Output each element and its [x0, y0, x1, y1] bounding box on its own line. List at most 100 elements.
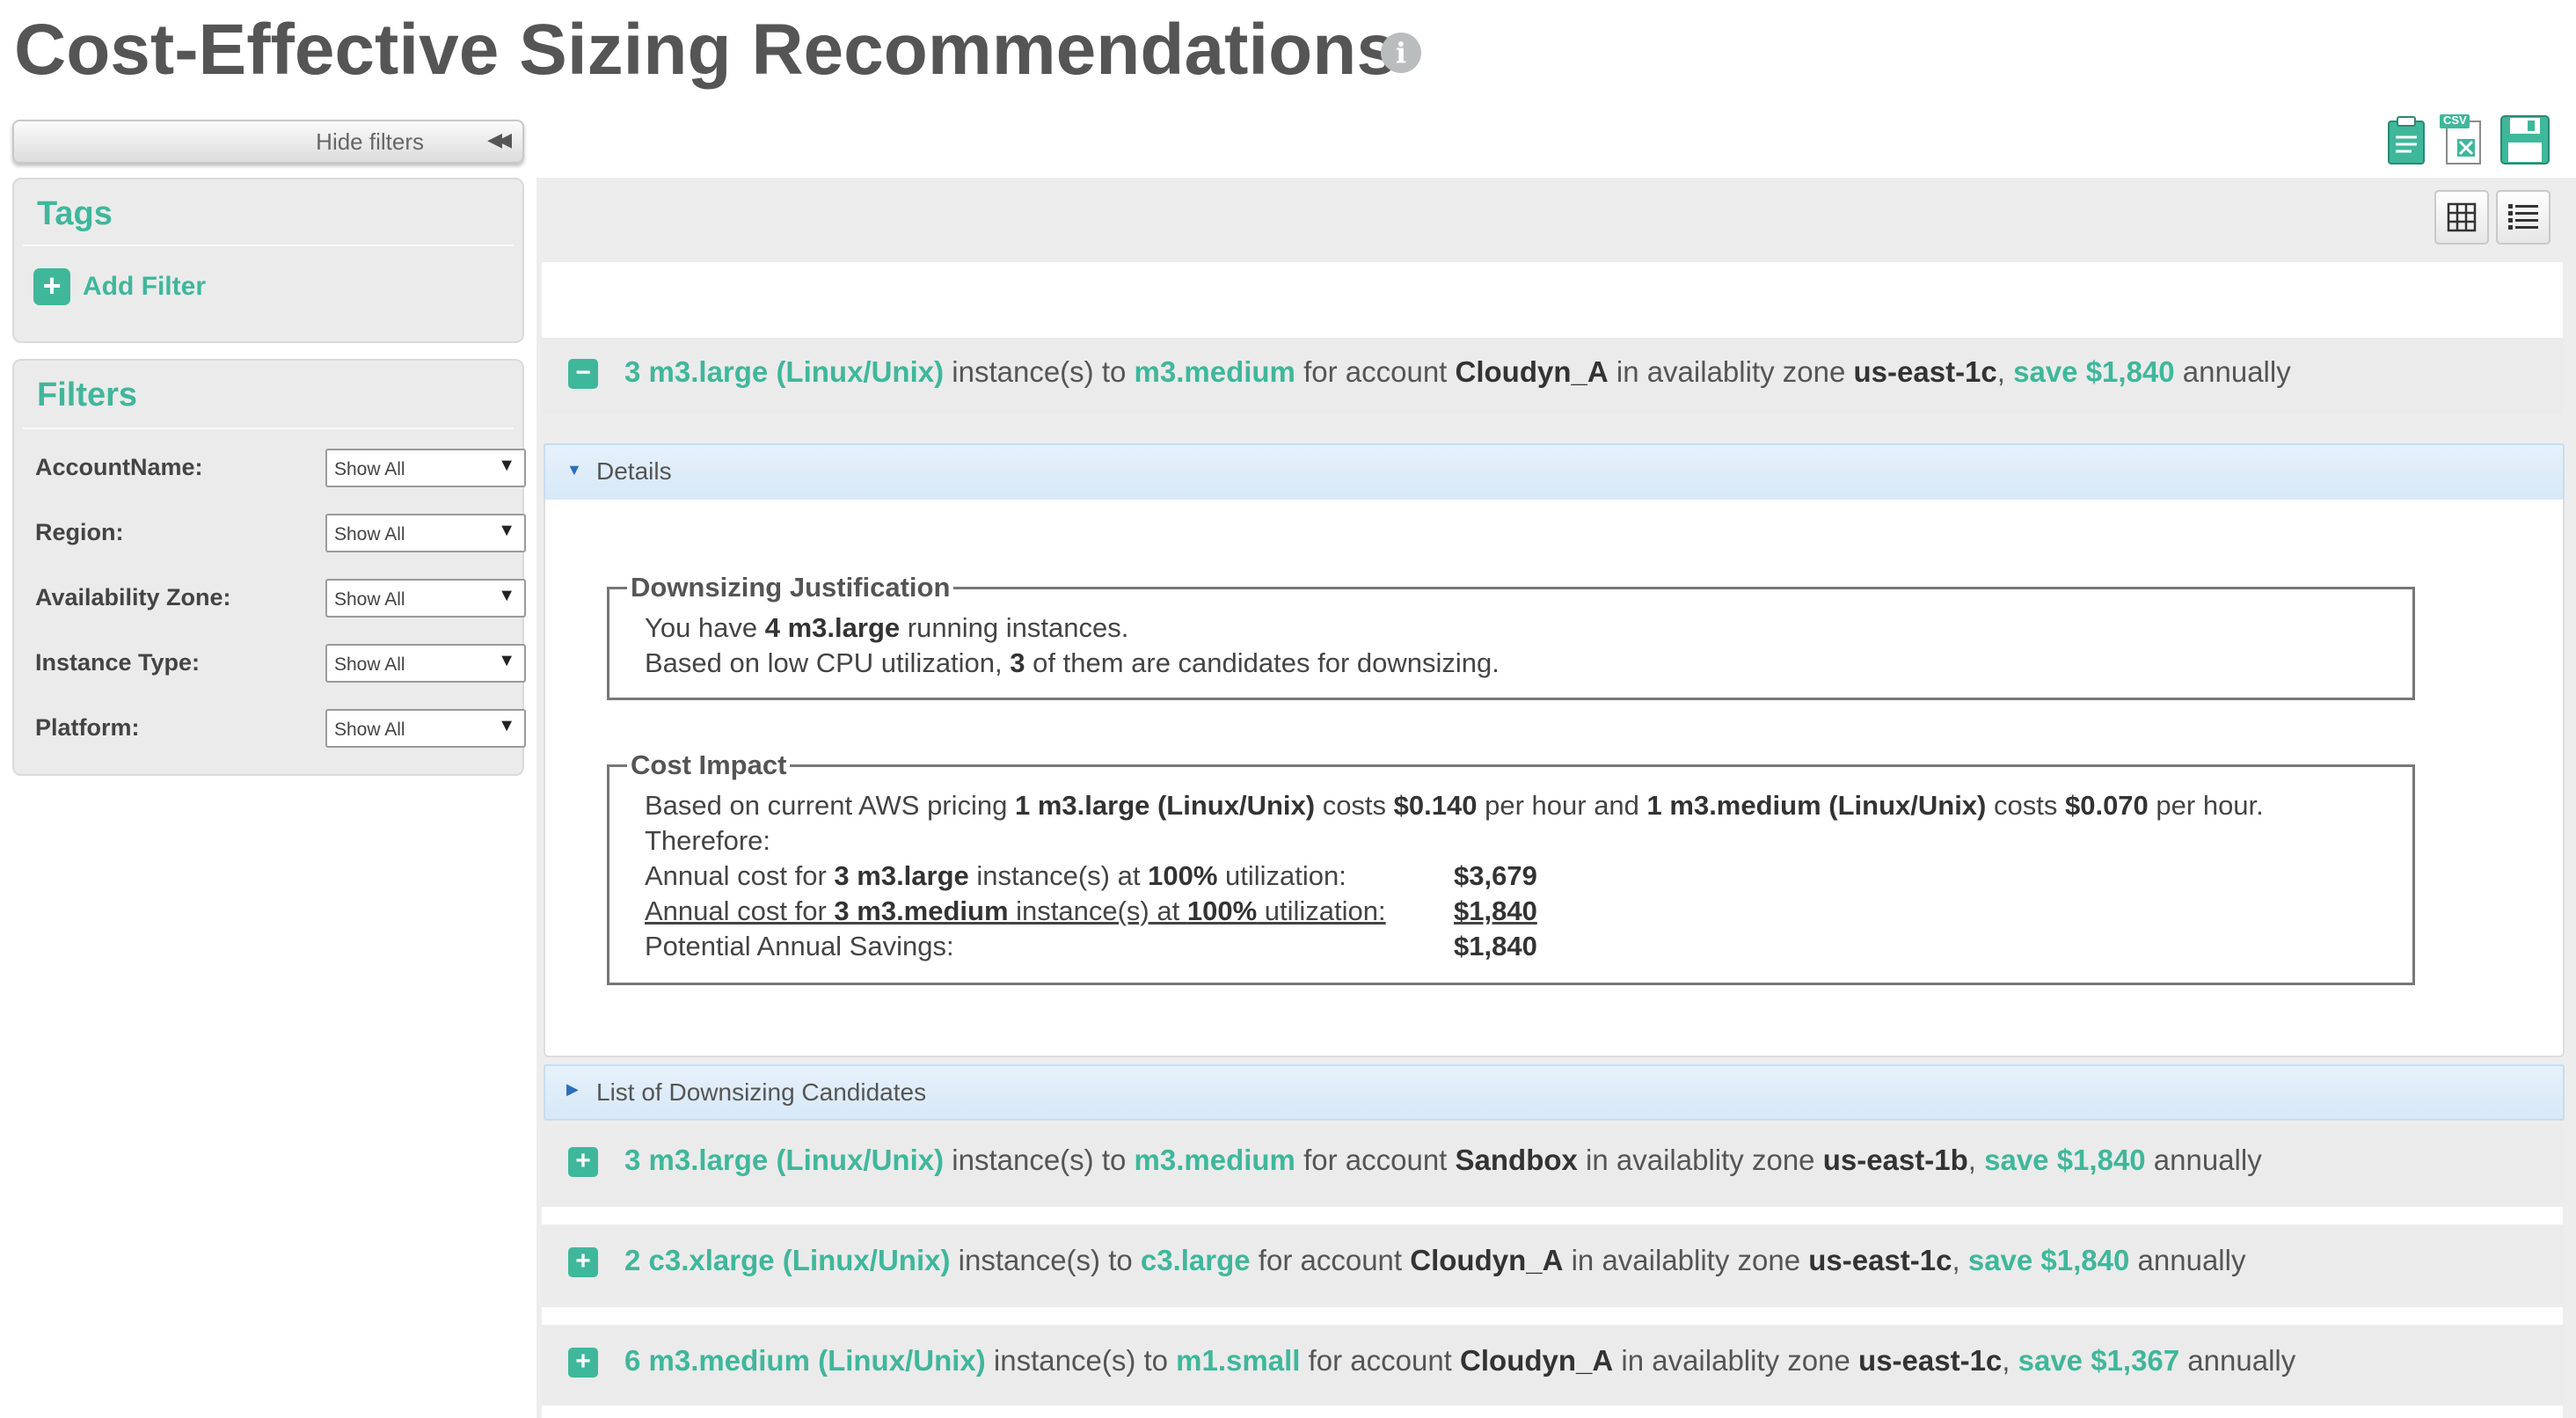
therefore-line: Therefore:	[645, 825, 771, 856]
rec-text: for account	[1300, 1344, 1461, 1377]
text: Based on low CPU utilization,	[645, 647, 1011, 678]
cost-impact-legend: Cost Impact	[631, 749, 787, 780]
accountname-select[interactable]: Show All ▼	[325, 449, 526, 487]
list-view-icon	[2508, 204, 2538, 230]
rec-text: in availablity zone	[1577, 1144, 1823, 1176]
hide-filters-button[interactable]: Hide filters ◀◀	[12, 120, 524, 164]
savings-label: Potential Annual Savings:	[645, 931, 954, 961]
caret-down-icon: ▼	[498, 456, 515, 475]
caret-down-icon: ▼	[498, 716, 515, 735]
rec-text: in availablity zone	[1613, 1344, 1859, 1377]
expand-icon[interactable]: +	[568, 1348, 598, 1378]
grid-view-icon	[2447, 202, 2477, 232]
downsizing-justification-box: Downsizing Justification You have 4 m3.l…	[607, 572, 2415, 700]
text: utilization:	[1257, 895, 1386, 926]
hide-filters-label: Hide filters	[316, 128, 424, 155]
divider	[23, 245, 514, 246]
rec-count: 2	[624, 1244, 641, 1276]
rec-to-type: c3.large	[1140, 1244, 1251, 1276]
filter-row-platform: Platform: Show All ▼	[35, 709, 526, 748]
amount: $1,840	[1454, 931, 1537, 961]
platform-select[interactable]: Show All ▼	[325, 709, 526, 748]
rec-text: annually	[2145, 1144, 2262, 1176]
text: costs	[1315, 790, 1394, 821]
text: per hour and	[1477, 790, 1647, 821]
expand-icon[interactable]: +	[568, 1147, 598, 1177]
row-gap	[542, 1307, 2563, 1325]
text: 100%	[1148, 860, 1218, 891]
row-gap	[542, 1207, 2563, 1224]
text: running instances.	[900, 612, 1129, 643]
text: Based on current AWS pricing	[645, 790, 1015, 821]
rec-to-type: m3.medium	[1134, 355, 1295, 388]
candidates-accordion-header[interactable]: ▶ List of Downsizing Candidates	[544, 1064, 2565, 1121]
recommendation-text: 2 c3.xlarge (Linux/Unix) instance(s) to …	[624, 1244, 2245, 1277]
text: utilization:	[1217, 860, 1346, 891]
text: 3 m3.large	[834, 860, 969, 891]
pricing-line: Based on current AWS pricing 1 m3.large …	[645, 788, 2412, 823]
csv-badge: CSV	[2443, 113, 2467, 127]
csv-export-icon[interactable]: CSV	[2438, 113, 2487, 164]
rec-text: instance(s) to	[944, 355, 1135, 388]
text: instance(s) at	[968, 860, 1149, 891]
rec-zone: us-east-1b	[1822, 1144, 1968, 1176]
text: costs	[1986, 790, 2065, 821]
filter-label: Platform:	[35, 714, 140, 741]
text: of them are candidates for downsizing.	[1025, 647, 1500, 678]
cost-table: Annual cost for 3 m3.large instance(s) a…	[645, 859, 2412, 964]
region-select[interactable]: Show All ▼	[325, 514, 526, 552]
plus-icon: +	[33, 268, 70, 305]
rec-count: 6	[624, 1344, 641, 1377]
details-accordion-header[interactable]: ▼ Details	[544, 443, 2565, 501]
cost-row-label: Annual cost for 3 m3.large instance(s) a…	[645, 859, 1454, 894]
recommendation-row: + 6 m3.medium (Linux/Unix) instance(s) t…	[542, 1327, 2563, 1404]
availability-zone-select[interactable]: Show All ▼	[325, 579, 526, 618]
grid-view-button[interactable]	[2434, 190, 2489, 245]
info-icon[interactable]: i	[1381, 33, 1421, 73]
recommendation-row: − 3 m3.large (Linux/Unix) instance(s) to…	[542, 338, 2563, 415]
filter-label: AccountName:	[35, 454, 203, 480]
collapse-icon[interactable]: −	[568, 359, 598, 389]
row-gap	[542, 1406, 2563, 1418]
instance-type-select[interactable]: Show All ▼	[325, 644, 526, 683]
rec-zone: us-east-1c	[1853, 355, 1997, 388]
rec-from-type: m3.large (Linux/Unix)	[648, 1144, 945, 1176]
list-view-button[interactable]	[2496, 190, 2550, 245]
rec-text: ,	[2002, 1344, 2018, 1377]
caret-down-icon: ▼	[498, 521, 515, 540]
recommendation-text: 3 m3.large (Linux/Unix) instance(s) to m…	[624, 1144, 2262, 1177]
rec-text: ,	[1996, 355, 2014, 388]
price: $0.140	[1393, 790, 1478, 821]
rec-from-type: m3.large (Linux/Unix)	[648, 355, 945, 388]
triangle-right-icon: ▶	[566, 1080, 579, 1098]
add-filter-button[interactable]: + Add Filter	[33, 267, 206, 306]
tags-title: Tags	[37, 195, 113, 232]
rec-savings: save $1,367	[2018, 1344, 2180, 1377]
details-label: Details	[596, 457, 672, 485]
rec-count: 3	[624, 1144, 641, 1176]
amount: $3,679	[1454, 860, 1537, 891]
save-icon[interactable]	[2499, 114, 2550, 164]
cost-row-value: $1,840	[1454, 894, 2412, 929]
clipboard-icon[interactable]	[2385, 114, 2427, 164]
text: Annual cost for	[645, 860, 835, 891]
caret-down-icon: ▼	[498, 586, 515, 605]
expand-icon[interactable]: +	[568, 1247, 598, 1277]
rec-text: instance(s) to	[950, 1244, 1141, 1276]
filter-label: Availability Zone:	[35, 584, 231, 610]
cost-row-value: $1,840	[1454, 929, 2412, 964]
price: $0.070	[2064, 790, 2149, 821]
rec-text: for account	[1295, 355, 1456, 388]
amount: $1,840	[1454, 895, 1537, 926]
rec-account: Sandbox	[1455, 1144, 1578, 1176]
rec-text: for account	[1250, 1244, 1411, 1276]
recommendation-text: 6 m3.medium (Linux/Unix) instance(s) to …	[624, 1344, 2295, 1378]
filter-row-region: Region: Show All ▼	[35, 514, 526, 552]
text: 3 m3.medium	[834, 895, 1009, 926]
justification-legend: Downsizing Justification	[631, 572, 951, 603]
rec-savings: save $1,840	[2013, 355, 2175, 388]
rec-text: for account	[1295, 1144, 1456, 1176]
filters-panel: Filters AccountName: Show All ▼ Region: …	[12, 359, 526, 776]
text: instance(s) at	[1008, 895, 1187, 926]
rec-to-type: m3.medium	[1134, 1144, 1295, 1176]
